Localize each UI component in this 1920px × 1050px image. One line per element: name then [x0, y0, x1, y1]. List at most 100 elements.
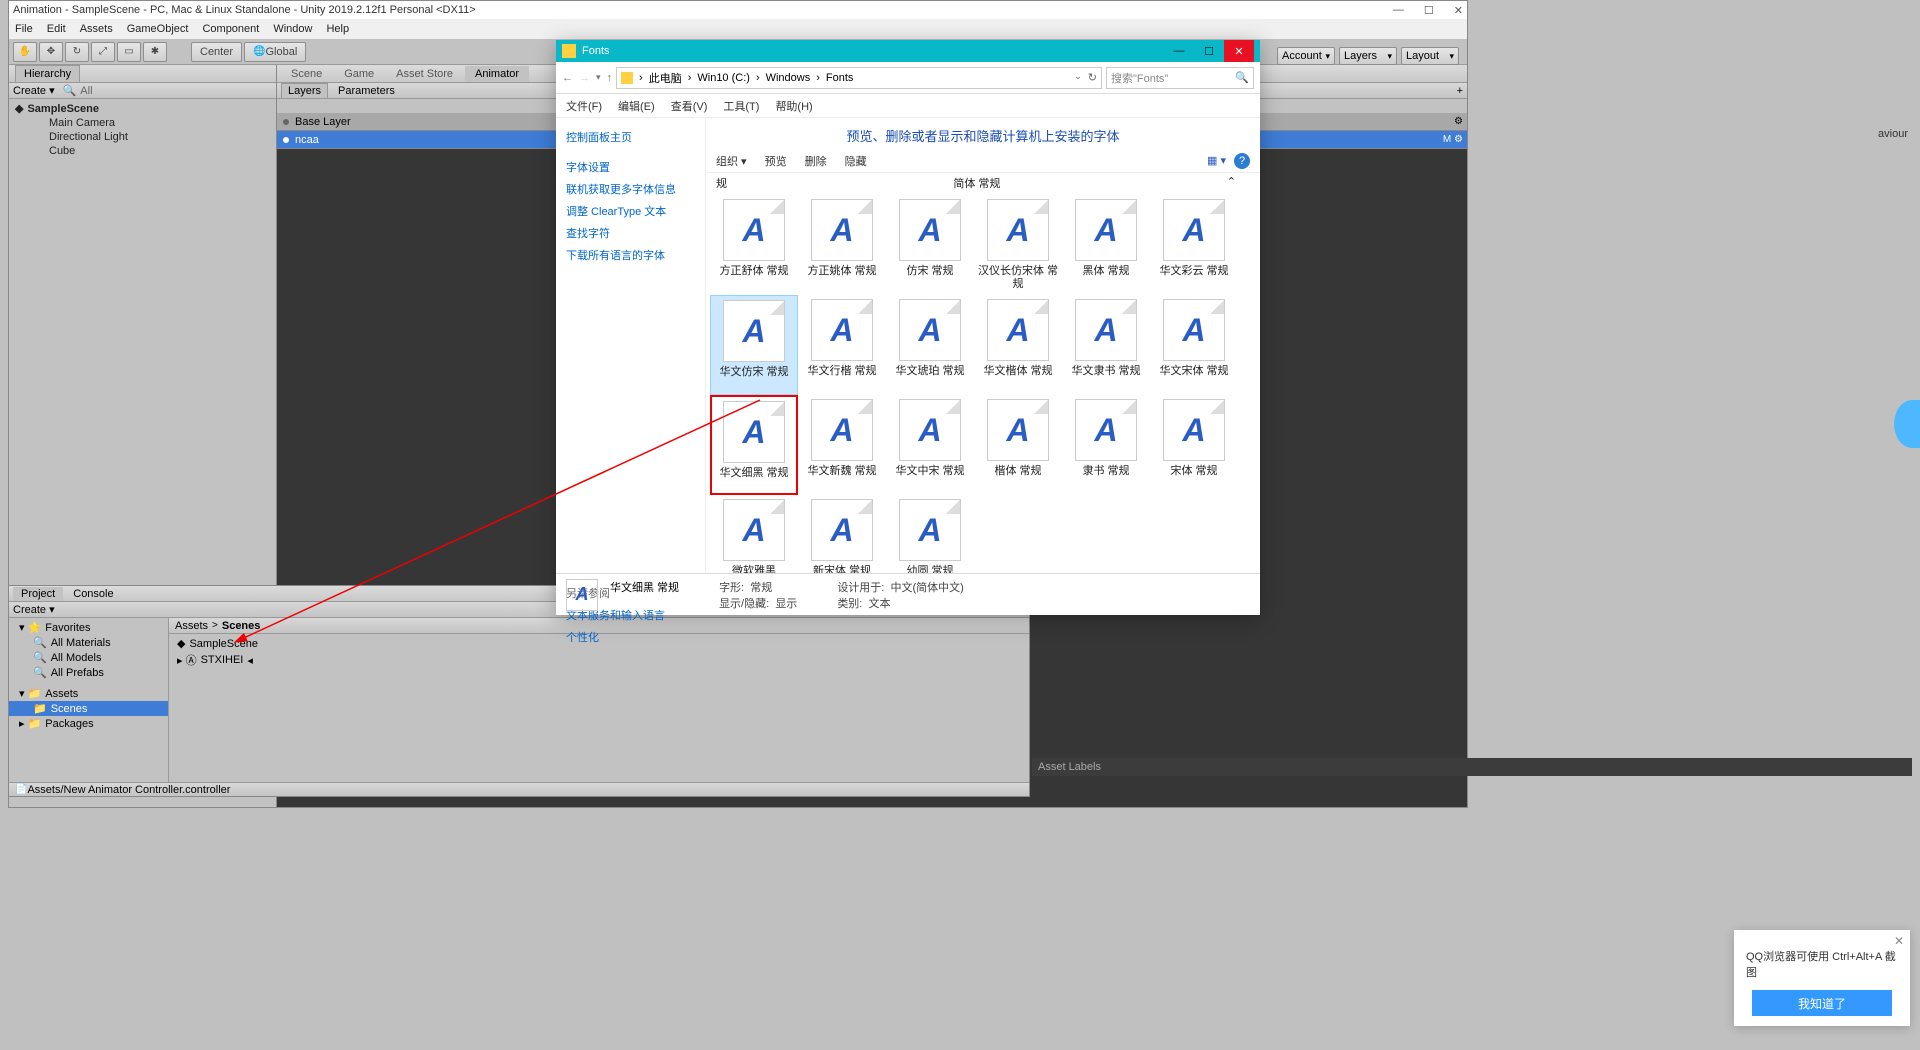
view-options-icon[interactable]: ▦ ▾ — [1207, 154, 1226, 167]
font-item[interactable]: 华文琥珀 常规 — [886, 295, 974, 395]
sidebar-link[interactable]: 个性化 — [566, 626, 695, 648]
sidebar-link[interactable]: 下载所有语言的字体 — [566, 244, 695, 266]
add-layer-button[interactable]: + — [1457, 85, 1463, 97]
transform-tool-icon[interactable]: ✱ — [143, 42, 167, 62]
hierarchy-item[interactable]: Main Camera — [9, 116, 276, 130]
fav-item[interactable]: 🔍 All Prefabs — [9, 665, 168, 680]
move-tool-icon[interactable]: ✥ — [39, 42, 63, 62]
rotate-tool-icon[interactable]: ↻ — [65, 42, 89, 62]
back-icon[interactable]: ← — [562, 72, 573, 84]
search-input[interactable]: 搜索"Fonts"🔍 — [1106, 67, 1254, 89]
menu-help[interactable]: 帮助(H) — [775, 98, 812, 114]
menu-gameobject[interactable]: GameObject — [127, 23, 189, 35]
font-item[interactable]: 汉仪长仿宋体 常规 — [974, 195, 1062, 295]
font-item[interactable]: 新宋体 常规 — [798, 495, 886, 573]
maximize-icon[interactable]: ☐ — [1194, 40, 1224, 62]
forward-icon[interactable]: → — [579, 72, 590, 84]
sidebar-link[interactable]: 控制面板主页 — [566, 126, 695, 148]
help-icon[interactable]: ? — [1234, 153, 1250, 169]
menu-view[interactable]: 查看(V) — [671, 98, 708, 114]
font-item[interactable]: 方正舒体 常规 — [710, 195, 798, 295]
hand-tool-icon[interactable]: ✋ — [13, 42, 37, 62]
hide-button[interactable]: 隐藏 — [845, 153, 867, 169]
explorer-titlebar[interactable]: Fonts — ☐ ✕ — [556, 40, 1260, 62]
font-item[interactable]: 华文中宋 常规 — [886, 395, 974, 495]
font-item[interactable]: 宋体 常规 — [1150, 395, 1238, 495]
hierarchy-create[interactable]: Create ▾ — [13, 84, 55, 97]
address-box[interactable]: ›此电脑 ›Win10 (C:) ›Windows ›Fonts ⌄↻ — [616, 67, 1102, 89]
subtab-parameters[interactable]: Parameters — [338, 85, 395, 97]
close-icon[interactable]: ✕ — [1224, 40, 1254, 62]
close-icon[interactable]: ✕ — [1454, 4, 1463, 17]
layer-settings-icon[interactable]: M ⚙ — [1443, 134, 1463, 145]
project-create[interactable]: Create ▾ — [13, 603, 55, 616]
tab-animator[interactable]: Animator — [465, 66, 529, 82]
tab-game[interactable]: Game — [334, 66, 384, 82]
hierarchy-tab[interactable]: Hierarchy — [15, 65, 80, 82]
organize-button[interactable]: 组织 ▾ — [716, 153, 747, 169]
refresh-icon[interactable]: ↻ — [1088, 71, 1097, 84]
font-item[interactable]: 微软雅黑 — [710, 495, 798, 573]
font-grid[interactable]: 规简体 常规⌃ 方正舒体 常规方正姚体 常规仿宋 常规汉仪长仿宋体 常规黑体 常… — [706, 173, 1260, 573]
sidebar-link[interactable]: 字体设置 — [566, 156, 695, 178]
tab-console[interactable]: Console — [65, 587, 121, 601]
menu-window[interactable]: Window — [273, 23, 312, 35]
menu-component[interactable]: Component — [202, 23, 259, 35]
gear-icon[interactable]: ⚙ — [1454, 116, 1463, 127]
font-item[interactable]: 华文隶书 常规 — [1062, 295, 1150, 395]
packages-folder[interactable]: ▸ 📁 Packages — [9, 716, 168, 731]
tab-project[interactable]: Project — [13, 587, 63, 601]
font-item[interactable]: 黑体 常规 — [1062, 195, 1150, 295]
assets-folder[interactable]: ▾ 📁 Assets — [9, 686, 168, 701]
recent-dropdown-icon[interactable]: ▾ — [596, 72, 601, 84]
close-icon[interactable]: ✕ — [1894, 934, 1904, 948]
font-item[interactable]: 仿宋 常规 — [886, 195, 974, 295]
project-item-font[interactable]: ▸ Ⓐ STXIHEI ◂ — [175, 651, 1023, 669]
font-item[interactable]: 华文新魏 常规 — [798, 395, 886, 495]
tab-asset-store[interactable]: Asset Store — [386, 66, 463, 82]
menu-file[interactable]: 文件(F) — [566, 98, 602, 114]
hierarchy-search-hint[interactable]: All — [80, 85, 92, 97]
sidebar-link[interactable]: 联机获取更多字体信息 — [566, 178, 695, 200]
minimize-icon[interactable]: — — [1164, 40, 1194, 62]
menu-file[interactable]: File — [15, 23, 33, 35]
scene-row[interactable]: ◆ SampleScene — [9, 101, 276, 116]
menu-edit[interactable]: Edit — [47, 23, 66, 35]
font-item[interactable]: 隶书 常规 — [1062, 395, 1150, 495]
tab-scene[interactable]: Scene — [281, 66, 332, 82]
layout-dropdown[interactable]: Layout▾ — [1401, 47, 1459, 65]
font-item[interactable]: 华文楷体 常规 — [974, 295, 1062, 395]
subtab-layers[interactable]: Layers — [281, 83, 328, 98]
fav-item[interactable]: 🔍 All Models — [9, 650, 168, 665]
rect-tool-icon[interactable]: ▭ — [117, 42, 141, 62]
popup-ok-button[interactable]: 我知道了 — [1752, 990, 1892, 1016]
pivot-global-button[interactable]: 🌐 Global — [244, 42, 306, 62]
hierarchy-item[interactable]: Cube — [9, 144, 276, 158]
pivot-center-button[interactable]: Center — [191, 42, 242, 62]
chevron-up-icon[interactable]: ⌃ — [1227, 175, 1236, 191]
favorites-header[interactable]: ▾ ⭐ Favorites — [9, 620, 168, 635]
font-item[interactable]: 华文行楷 常规 — [798, 295, 886, 395]
font-item[interactable]: 华文细黑 常规 — [710, 395, 798, 495]
menu-assets[interactable]: Assets — [80, 23, 113, 35]
delete-button[interactable]: 删除 — [805, 153, 827, 169]
menu-edit[interactable]: 编辑(E) — [618, 98, 655, 114]
font-item[interactable]: 华文宋体 常规 — [1150, 295, 1238, 395]
maximize-icon[interactable]: ☐ — [1424, 4, 1434, 17]
account-dropdown[interactable]: Account▾ — [1277, 47, 1335, 65]
up-icon[interactable]: ↑ — [607, 72, 613, 84]
scale-tool-icon[interactable]: ⤢ — [91, 42, 115, 62]
preview-button[interactable]: 预览 — [765, 153, 787, 169]
chevron-down-icon[interactable]: ⌄ — [1074, 71, 1082, 84]
menu-tools[interactable]: 工具(T) — [723, 98, 759, 114]
layers-dropdown[interactable]: Layers▾ — [1339, 47, 1397, 65]
font-item[interactable]: 楷体 常规 — [974, 395, 1062, 495]
sidebar-link[interactable]: 调整 ClearType 文本 — [566, 200, 695, 222]
fav-item[interactable]: 🔍 All Materials — [9, 635, 168, 650]
font-item[interactable]: 方正姚体 常规 — [798, 195, 886, 295]
side-bubble-icon[interactable] — [1894, 400, 1920, 448]
hierarchy-item[interactable]: Directional Light — [9, 130, 276, 144]
sidebar-link[interactable]: 查找字符 — [566, 222, 695, 244]
menu-help[interactable]: Help — [326, 23, 349, 35]
font-item[interactable]: 华文仿宋 常规 — [710, 295, 798, 395]
